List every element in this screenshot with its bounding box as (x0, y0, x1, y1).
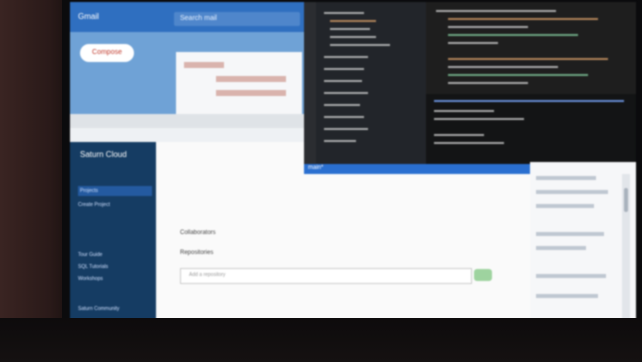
sidebar-item-community[interactable]: Saturn Community (78, 306, 119, 312)
list-item[interactable] (216, 90, 286, 96)
list-item (536, 274, 606, 278)
tree-item[interactable] (324, 68, 364, 70)
code-line (448, 18, 598, 20)
sidebar-item-sql-tutorials[interactable]: SQL Tutorials (78, 264, 108, 270)
terminal-line (434, 142, 504, 144)
code-line (436, 10, 556, 12)
code-line (448, 26, 528, 28)
activity-bar[interactable] (304, 2, 316, 174)
gmail-search-input[interactable]: Search mail (174, 12, 300, 26)
compose-button[interactable]: Compose (80, 44, 134, 62)
tree-item[interactable] (330, 44, 390, 46)
list-item (536, 232, 604, 236)
terminal-line (434, 134, 484, 136)
list-item (536, 204, 594, 208)
add-repository-input[interactable]: Add a repository (180, 268, 472, 284)
laptop-base (0, 318, 642, 362)
scrollbar-thumb[interactable] (624, 188, 628, 212)
terminal-line (434, 110, 494, 112)
saturn-sidebar: Saturn Cloud Projects Create Project Tou… (70, 142, 156, 320)
gmail-logo[interactable]: Gmail (78, 12, 99, 21)
code-line (448, 74, 588, 76)
tree-item[interactable] (324, 80, 362, 82)
list-item[interactable] (184, 62, 224, 68)
tree-item[interactable] (330, 20, 376, 22)
list-item (536, 246, 586, 250)
code-line (448, 82, 528, 84)
gmail-header: Gmail Search mail (70, 2, 306, 32)
code-line (448, 42, 498, 44)
gmail-window: Gmail Search mail Compose (70, 2, 306, 122)
vscode-window: main* (304, 2, 636, 174)
code-editor[interactable] (426, 2, 636, 102)
terminal-panel[interactable] (426, 94, 636, 164)
sidebar-item-tour-guide[interactable]: Tour Guide (78, 252, 102, 258)
code-line (448, 34, 578, 36)
room-wall (0, 0, 70, 362)
tree-item[interactable] (324, 92, 368, 94)
tree-item[interactable] (324, 128, 368, 130)
list-item[interactable] (216, 76, 286, 82)
documentation-panel (530, 162, 636, 320)
tree-item[interactable] (324, 104, 360, 106)
sidebar-item-projects[interactable]: Projects (78, 186, 152, 196)
branch-indicator[interactable]: main* (308, 165, 323, 171)
tree-item[interactable] (330, 28, 370, 30)
tree-item[interactable] (324, 12, 364, 14)
sidebar-item-workshops[interactable]: Workshops (78, 276, 103, 282)
code-line (448, 58, 608, 60)
tree-item[interactable] (330, 36, 376, 38)
repositories-label: Repositories (180, 250, 214, 256)
tree-item[interactable] (324, 140, 356, 142)
list-item (536, 176, 596, 180)
terminal-tab-bar (434, 100, 624, 102)
laptop-screen: Gmail Search mail Compose Saturn Cloud P… (70, 2, 636, 320)
saturn-logo: Saturn Cloud (80, 150, 127, 159)
gmail-message-list (176, 52, 302, 122)
list-item (536, 190, 608, 194)
add-repository-placeholder: Add a repository (189, 272, 226, 278)
code-line (448, 66, 558, 68)
add-repository-button[interactable] (474, 269, 492, 281)
tree-item[interactable] (324, 116, 364, 118)
file-explorer (316, 2, 426, 174)
list-item (536, 294, 598, 298)
tree-item[interactable] (324, 56, 368, 58)
sidebar-item-create-project[interactable]: Create Project (78, 202, 110, 208)
collaborators-label: Collaborators (180, 230, 216, 236)
terminal-line (434, 118, 524, 120)
